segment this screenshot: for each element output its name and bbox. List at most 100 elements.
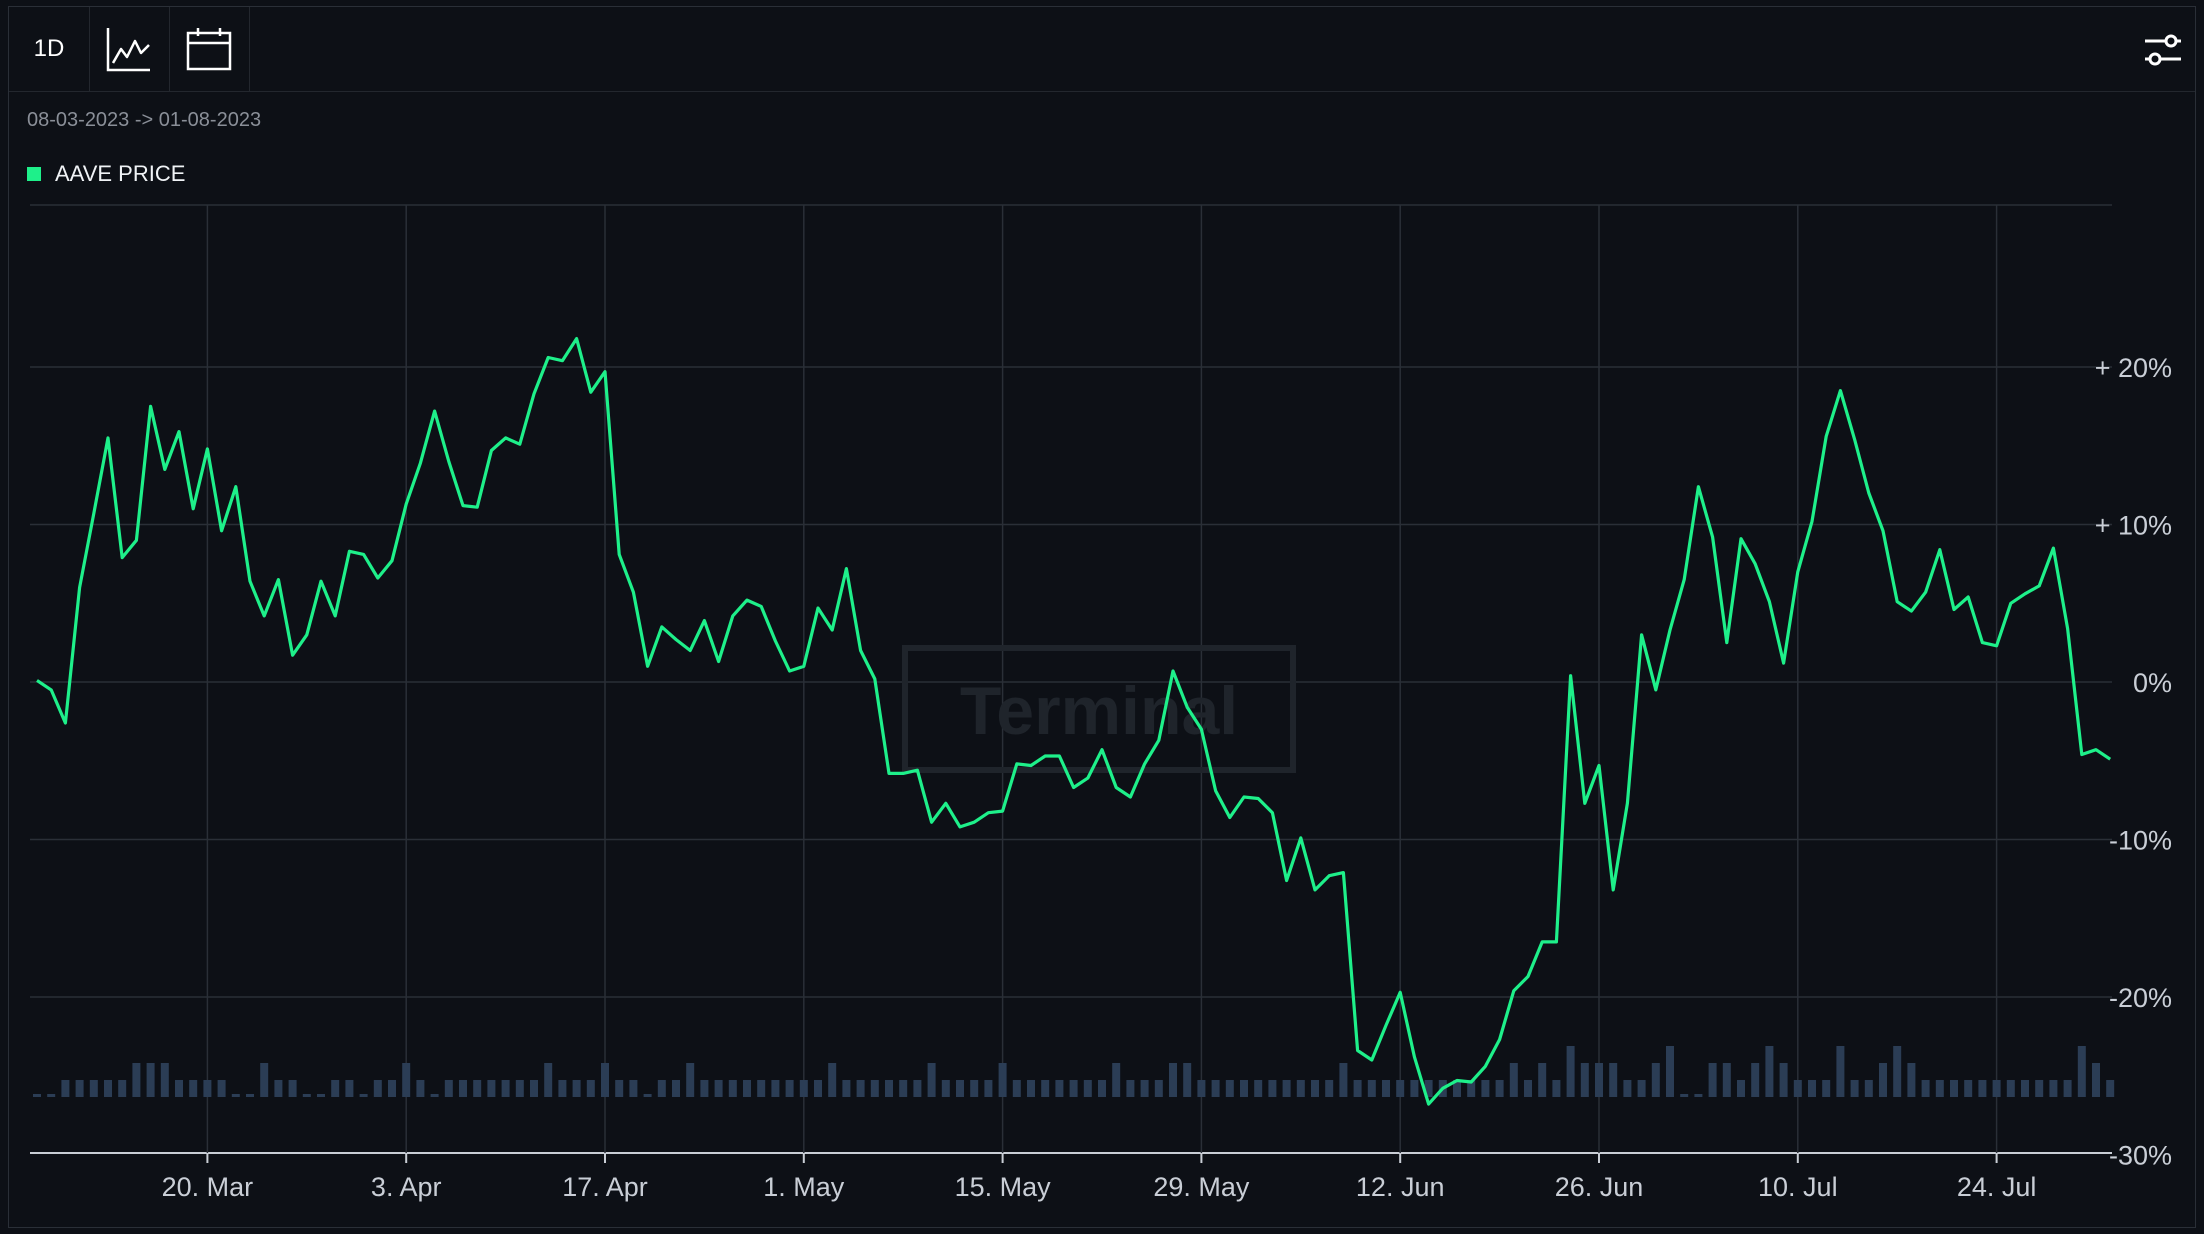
- volume-bar: [2035, 1080, 2044, 1097]
- volume-bar: [1836, 1046, 1845, 1097]
- volume-bar: [2049, 1080, 2058, 1097]
- volume-bar: [771, 1080, 780, 1097]
- volume-bar: [615, 1080, 624, 1097]
- volume-bar: [1793, 1080, 1802, 1097]
- volume-bar: [1737, 1080, 1745, 1097]
- volume-bar: [345, 1080, 354, 1097]
- volume-bar: [1282, 1080, 1291, 1097]
- volume-bar: [501, 1080, 510, 1097]
- volume-bar: [1864, 1080, 1873, 1097]
- volume-bar: [601, 1063, 609, 1097]
- volume-bar: [2063, 1080, 2072, 1097]
- volume-bar: [132, 1063, 141, 1097]
- volume-bar: [1538, 1063, 1547, 1097]
- volume-bar: [1722, 1063, 1731, 1097]
- volume-bar: [1595, 1063, 1603, 1097]
- volume-bar: [388, 1080, 396, 1097]
- volume-bar: [1765, 1046, 1774, 1097]
- volume-bar: [1211, 1080, 1220, 1097]
- volume-bar: [1779, 1063, 1788, 1097]
- volume-bar: [1666, 1046, 1674, 1097]
- volume-bar: [1055, 1080, 1064, 1097]
- y-tick-label: -30%: [2109, 1141, 2172, 1171]
- volume-bar: [2021, 1080, 2029, 1097]
- volume-bar: [1382, 1080, 1390, 1097]
- volume-bar: [1396, 1080, 1405, 1097]
- volume-bar: [2106, 1080, 2115, 1097]
- volume-bar: [1367, 1080, 1376, 1097]
- volume-bar: [1410, 1080, 1419, 1097]
- x-tick-label: 15. May: [955, 1172, 1052, 1202]
- y-tick-label: -20%: [2109, 983, 2172, 1013]
- volume-bar: [373, 1080, 382, 1097]
- volume-bar: [1169, 1063, 1177, 1097]
- volume-bar: [473, 1080, 482, 1097]
- volume-bar: [1950, 1080, 1958, 1097]
- volume-bar: [1893, 1046, 1902, 1097]
- volume-bar: [743, 1080, 751, 1097]
- volume-bar: [984, 1080, 993, 1097]
- x-tick-label: 17. Apr: [562, 1172, 648, 1202]
- x-tick-label: 24. Jul: [1957, 1172, 2037, 1202]
- volume-bar: [1822, 1080, 1831, 1097]
- volume-bar: [1978, 1080, 1987, 1097]
- volume-bar: [1325, 1080, 1334, 1097]
- y-tick-label: -10%: [2109, 826, 2172, 856]
- volume-bar: [1566, 1046, 1575, 1097]
- volume-bar: [856, 1080, 865, 1097]
- volume-bar: [288, 1080, 297, 1097]
- volume-bar: [246, 1094, 254, 1097]
- volume-bar: [1311, 1080, 1319, 1097]
- x-tick-label: 3. Apr: [371, 1172, 442, 1202]
- volume-bar: [885, 1080, 893, 1097]
- volume-bar: [61, 1080, 70, 1097]
- volume-bar: [1907, 1063, 1916, 1097]
- volume-bar: [657, 1080, 666, 1097]
- volume-bar: [941, 1080, 950, 1097]
- volume-bar: [317, 1094, 325, 1097]
- volume-bar: [672, 1080, 680, 1097]
- volume-bar: [1027, 1080, 1035, 1097]
- volume-bar: [1183, 1063, 1192, 1097]
- volume-bar: [700, 1080, 709, 1097]
- volume-bar: [757, 1080, 766, 1097]
- volume-bar: [416, 1080, 425, 1097]
- volume-bar: [970, 1080, 979, 1097]
- volume-bar: [714, 1080, 723, 1097]
- volume-bar: [1197, 1080, 1206, 1097]
- x-tick-label: 10. Jul: [1758, 1172, 1838, 1202]
- volume-bar: [1041, 1080, 1050, 1097]
- volume-bar: [1481, 1080, 1490, 1097]
- volume-bar: [1680, 1094, 1689, 1097]
- volume-bar: [260, 1063, 269, 1097]
- volume-bar: [1353, 1080, 1362, 1097]
- volume-bar: [1637, 1080, 1646, 1097]
- volume-bar: [1552, 1080, 1561, 1097]
- volume-bar: [842, 1080, 851, 1097]
- price-chart[interactable]: Terminal + 20% + 10% 0% -10% -20% -30% 20. Mar…: [0, 0, 2204, 1234]
- volume-bar: [444, 1080, 453, 1097]
- volume-bar: [1609, 1063, 1618, 1097]
- volume-bar: [146, 1063, 155, 1097]
- volume-bar: [870, 1080, 879, 1097]
- volume-bar: [203, 1080, 212, 1097]
- volume-bar: [1524, 1080, 1532, 1097]
- x-tick-label: 26. Jun: [1555, 1172, 1644, 1202]
- volume-bar: [1992, 1080, 2001, 1097]
- volume-bar: [1509, 1063, 1518, 1097]
- volume-bar: [402, 1063, 411, 1097]
- volume-bar: [1098, 1080, 1106, 1097]
- volume-bar: [33, 1094, 41, 1097]
- volume-bar: [175, 1080, 183, 1097]
- volume-bar: [544, 1063, 553, 1097]
- y-tick-label: 0%: [2133, 668, 2172, 698]
- volume-bar: [686, 1063, 695, 1097]
- volume-bar: [274, 1080, 283, 1097]
- volume-bar: [629, 1080, 638, 1097]
- x-tick-label: 1. May: [763, 1172, 845, 1202]
- volume-bar: [1694, 1094, 1703, 1097]
- x-tick-label: 20. Mar: [162, 1172, 254, 1202]
- volume-bar: [814, 1080, 822, 1097]
- volume-bar: [217, 1080, 226, 1097]
- watermark-text: Terminal: [960, 673, 1238, 749]
